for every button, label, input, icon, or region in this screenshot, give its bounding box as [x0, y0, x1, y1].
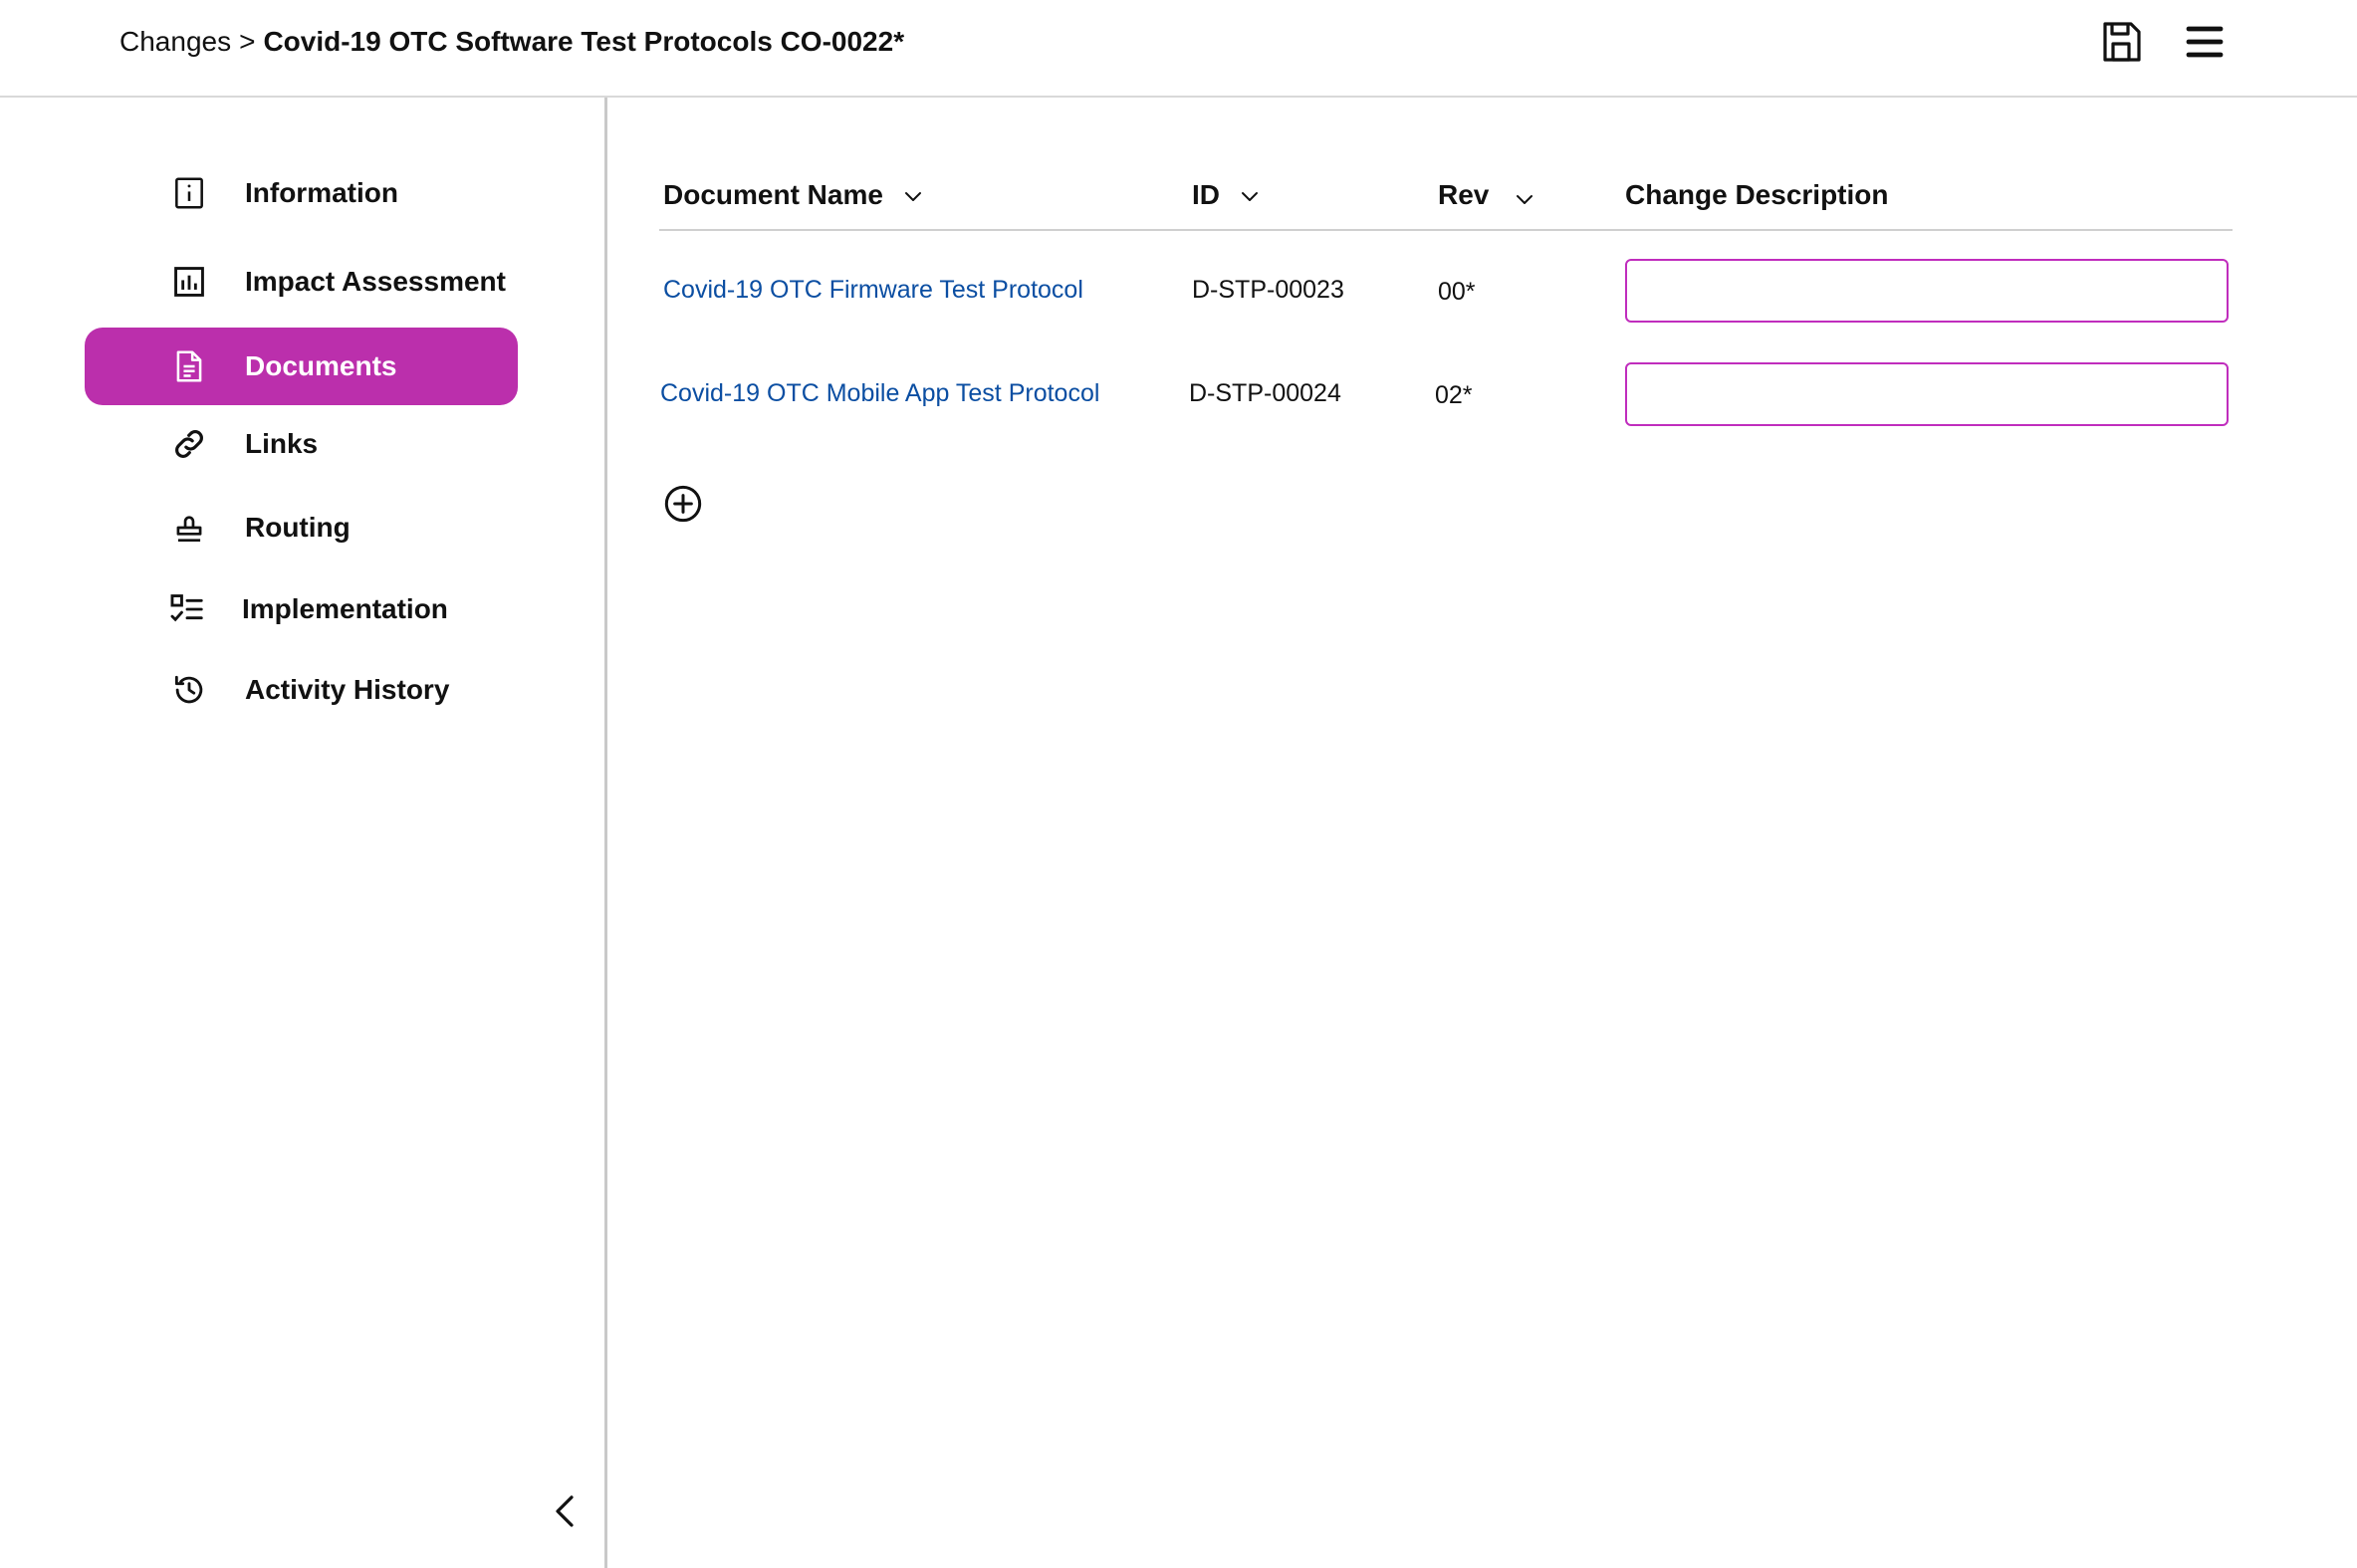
sidebar: Information Impact Assessment Documents	[0, 98, 607, 1568]
change-description-input[interactable]	[1625, 362, 2229, 426]
column-header-id: ID	[1192, 177, 1262, 213]
sidebar-item-label: Activity History	[245, 674, 450, 705]
sidebar-item-label: Impact Assessment	[245, 266, 506, 297]
table-row: Covid-19 OTC Mobile App Test Protocol D-…	[659, 358, 2233, 428]
document-id: D-STP-00023	[1192, 276, 1344, 304]
breadcrumb: Changes > Covid-19 OTC Software Test Proto…	[119, 24, 904, 60]
column-header-rev: Rev	[1438, 177, 1536, 213]
document-rev: 02*	[1435, 381, 1473, 409]
sidebar-item-label: Implementation	[242, 593, 448, 624]
sidebar-item-label: Links	[245, 428, 319, 459]
sidebar-item-implementation[interactable]: Implementation	[85, 570, 518, 648]
table-row: Covid-19 OTC Firmware Test Protocol D-ST…	[659, 255, 2233, 325]
document-icon	[170, 347, 208, 385]
checklist-icon	[168, 590, 206, 628]
column-header-change-description: Change Description	[1625, 177, 1888, 213]
documents-table-header: Document Name ID Rev Change Description	[659, 159, 2233, 231]
column-header-label: ID	[1192, 179, 1220, 210]
page-title: Covid-19 OTC Software Test Protocols CO-…	[263, 26, 905, 57]
sidebar-item-label: Routing	[245, 512, 351, 543]
breadcrumb-parent-link[interactable]: Changes	[119, 26, 231, 57]
chevron-left-icon[interactable]	[550, 1491, 582, 1531]
document-rev: 00*	[1438, 278, 1476, 306]
chevron-down-icon[interactable]	[1513, 188, 1536, 212]
top-header: Changes > Covid-19 OTC Software Test Proto…	[0, 0, 2357, 98]
breadcrumb-separator: >	[239, 26, 256, 57]
document-name-link[interactable]: Covid-19 OTC Mobile App Test Protocol	[660, 358, 1099, 428]
chevron-down-icon[interactable]	[1238, 185, 1262, 209]
sidebar-item-links[interactable]: Links	[85, 405, 518, 483]
bar-chart-icon	[170, 263, 208, 301]
column-header-document-name: Document Name	[663, 177, 925, 213]
plus-circle-icon[interactable]	[663, 484, 703, 524]
sidebar-item-label: Documents	[245, 350, 397, 381]
sidebar-item-activity-history[interactable]: Activity History	[85, 651, 518, 729]
document-name-link[interactable]: Covid-19 OTC Firmware Test Protocol	[663, 255, 1083, 325]
save-icon[interactable]	[2097, 18, 2145, 66]
stamp-icon	[170, 509, 208, 547]
sidebar-item-routing[interactable]: Routing	[85, 489, 518, 566]
document-id: D-STP-00024	[1189, 379, 1341, 407]
column-header-label: Document Name	[663, 179, 883, 210]
sidebar-item-information[interactable]: Information	[85, 154, 518, 232]
chevron-down-icon[interactable]	[901, 185, 925, 209]
column-header-label: Rev	[1438, 179, 1490, 210]
info-icon	[170, 174, 208, 212]
history-icon	[170, 671, 208, 709]
column-header-label: Change Description	[1625, 179, 1889, 210]
menu-icon[interactable]	[2181, 18, 2229, 66]
sidebar-item-documents[interactable]: Documents	[85, 328, 518, 405]
sidebar-item-impact-assessment[interactable]: Impact Assessment	[85, 243, 518, 321]
link-icon	[170, 425, 208, 463]
change-description-input[interactable]	[1625, 259, 2229, 323]
sidebar-item-label: Information	[245, 177, 398, 208]
